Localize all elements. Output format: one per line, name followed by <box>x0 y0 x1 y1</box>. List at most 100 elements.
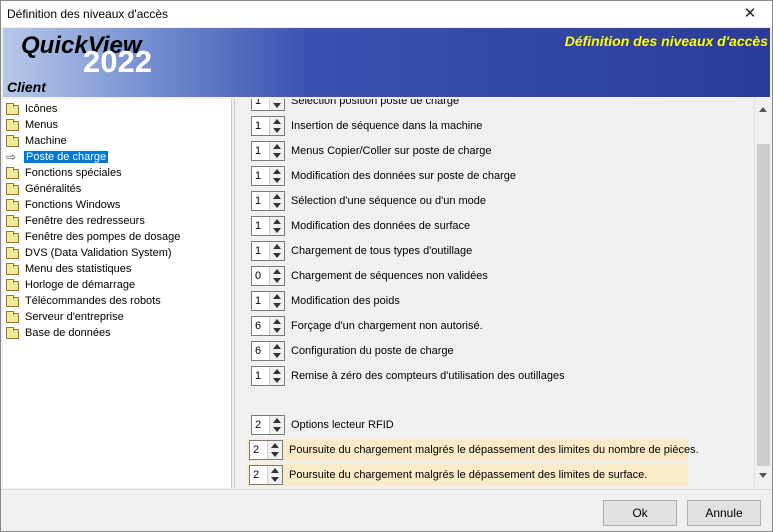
spin-down-icon[interactable] <box>273 153 281 158</box>
spinner-buttons[interactable] <box>269 192 284 210</box>
spin-down-icon[interactable] <box>273 203 281 208</box>
spinner-buttons[interactable] <box>269 292 284 310</box>
level-spinner[interactable]: 1 <box>251 366 285 386</box>
spin-up-icon[interactable] <box>273 244 281 249</box>
level-value[interactable]: 1 <box>255 195 261 207</box>
level-value[interactable]: 6 <box>255 320 261 332</box>
tree-item[interactable]: ⇨ Poste de charge <box>3 150 232 166</box>
level-value[interactable]: 1 <box>255 220 261 232</box>
scroll-up-icon[interactable] <box>759 107 767 112</box>
spin-down-icon[interactable] <box>273 353 281 358</box>
level-spinner[interactable]: 0 <box>251 266 285 286</box>
spinner-buttons[interactable] <box>269 217 284 235</box>
spin-up-icon[interactable] <box>273 194 281 199</box>
level-spinner[interactable]: 6 <box>251 341 285 361</box>
level-value[interactable]: 0 <box>255 270 261 282</box>
spinner-buttons[interactable] <box>269 99 284 110</box>
level-value[interactable]: 1 <box>255 99 261 107</box>
level-value[interactable]: 1 <box>255 170 261 182</box>
spinner-buttons[interactable] <box>267 466 282 484</box>
level-value[interactable]: 6 <box>255 345 261 357</box>
spin-up-icon[interactable] <box>273 219 281 224</box>
spin-down-icon[interactable] <box>271 452 279 457</box>
level-spinner[interactable]: 6 <box>251 316 285 336</box>
spinner-buttons[interactable] <box>269 317 284 335</box>
scroll-down-icon[interactable] <box>759 473 767 478</box>
tree-item[interactable]: Icônes <box>3 102 232 118</box>
level-spinner[interactable]: 2 <box>249 440 283 460</box>
tree-item[interactable]: DVS (Data Validation System) <box>3 246 232 262</box>
tree-item[interactable]: Fenêtre des redresseurs <box>3 214 232 230</box>
level-spinner[interactable]: 1 <box>251 291 285 311</box>
tree-item[interactable]: Fenêtre des pompes de dosage <box>3 230 232 246</box>
spinner-buttons[interactable] <box>269 142 284 160</box>
spin-up-icon[interactable] <box>273 418 281 423</box>
spin-up-icon[interactable] <box>271 468 279 473</box>
spin-down-icon[interactable] <box>273 278 281 283</box>
spin-up-icon[interactable] <box>273 119 281 124</box>
dialog-window: Définition des niveaux d'accès ✕ QuickVi… <box>0 0 773 532</box>
vertical-scrollbar[interactable] <box>754 99 771 488</box>
spin-up-icon[interactable] <box>271 443 279 448</box>
ok-button[interactable]: Ok <box>603 500 677 526</box>
spin-down-icon[interactable] <box>273 303 281 308</box>
level-value[interactable]: 2 <box>253 469 259 481</box>
tree-item[interactable]: Horloge de démarrage <box>3 278 232 294</box>
spin-down-icon[interactable] <box>273 178 281 183</box>
setting-label: Options lecteur RFID <box>291 419 394 431</box>
tree-item[interactable]: Fonctions spéciales <box>3 166 232 182</box>
level-spinner[interactable]: 1 <box>251 99 285 111</box>
spin-down-icon[interactable] <box>273 253 281 258</box>
level-value[interactable]: 2 <box>255 419 261 431</box>
tree-item[interactable]: Base de données <box>3 326 232 342</box>
level-spinner[interactable]: 2 <box>251 415 285 435</box>
spin-down-icon[interactable] <box>273 128 281 133</box>
scroll-thumb[interactable] <box>757 144 770 466</box>
tree-item[interactable]: Fonctions Windows <box>3 198 232 214</box>
spin-up-icon[interactable] <box>273 344 281 349</box>
folder-icon <box>6 263 19 275</box>
spin-down-icon[interactable] <box>271 477 279 482</box>
spin-up-icon[interactable] <box>273 269 281 274</box>
tree-item[interactable]: Menus <box>3 118 232 134</box>
spin-up-icon[interactable] <box>273 169 281 174</box>
level-spinner[interactable]: 2 <box>249 465 283 485</box>
cancel-button[interactable]: Annule <box>687 500 761 526</box>
spinner-buttons[interactable] <box>269 416 284 434</box>
tree-item[interactable]: Télécommandes des robots <box>3 294 232 310</box>
spin-down-icon[interactable] <box>273 328 281 333</box>
level-spinner[interactable]: 1 <box>251 241 285 261</box>
spin-up-icon[interactable] <box>273 294 281 299</box>
tree-item[interactable]: Généralités <box>3 182 232 198</box>
spin-up-icon[interactable] <box>273 144 281 149</box>
level-spinner[interactable]: 1 <box>251 191 285 211</box>
spin-up-icon[interactable] <box>273 319 281 324</box>
tree-item[interactable]: Menu des statistiques <box>3 262 232 278</box>
level-spinner[interactable]: 1 <box>251 166 285 186</box>
level-value[interactable]: 1 <box>255 295 261 307</box>
level-value[interactable]: 1 <box>255 245 261 257</box>
tree-item[interactable]: Machine <box>3 134 232 150</box>
spin-down-icon[interactable] <box>273 228 281 233</box>
level-value[interactable]: 2 <box>253 444 259 456</box>
level-spinner[interactable]: 1 <box>251 141 285 161</box>
tree-item[interactable]: Serveur d'entreprise <box>3 310 232 326</box>
spinner-buttons[interactable] <box>269 267 284 285</box>
close-icon[interactable]: ✕ <box>728 1 772 27</box>
spinner-buttons[interactable] <box>269 117 284 135</box>
level-value[interactable]: 1 <box>255 120 261 132</box>
spinner-buttons[interactable] <box>269 242 284 260</box>
tree-item-label: Serveur d'entreprise <box>25 311 124 323</box>
level-spinner[interactable]: 1 <box>251 216 285 236</box>
spin-down-icon[interactable] <box>273 427 281 432</box>
spin-down-icon[interactable] <box>273 378 281 383</box>
spinner-buttons[interactable] <box>269 342 284 360</box>
spinner-buttons[interactable] <box>269 367 284 385</box>
level-value[interactable]: 1 <box>255 370 261 382</box>
spin-up-icon[interactable] <box>273 369 281 374</box>
spinner-buttons[interactable] <box>267 441 282 459</box>
level-spinner[interactable]: 1 <box>251 116 285 136</box>
spinner-buttons[interactable] <box>269 167 284 185</box>
level-value[interactable]: 1 <box>255 145 261 157</box>
spin-down-icon[interactable] <box>273 103 281 108</box>
